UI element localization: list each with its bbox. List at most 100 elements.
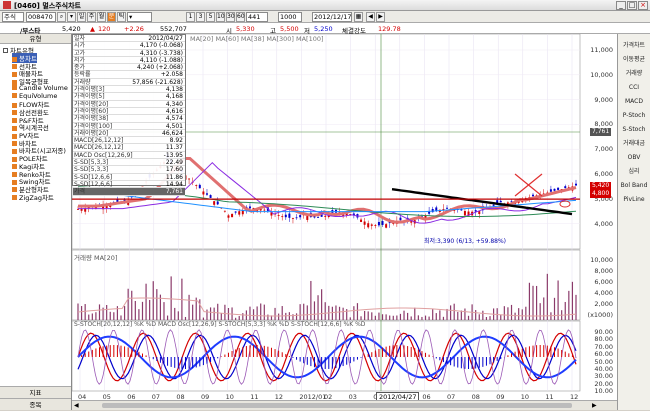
- candle-body: [198, 184, 201, 189]
- indicator-button[interactable]: OBV: [620, 154, 648, 161]
- info-key: 종가: [74, 64, 86, 72]
- indicator-button[interactable]: 심리: [620, 168, 648, 175]
- info-key: S-SD[5,3,3]: [74, 166, 109, 174]
- info-row: MACD[26,12,12] 11.37: [73, 144, 185, 152]
- chart-type-icon: [12, 93, 17, 98]
- maximize-button[interactable]: □: [627, 1, 637, 10]
- chart-area[interactable]: MA[20] MA[60] MA[38] MA[300] MA[100] 일자 2…: [72, 34, 617, 410]
- calendar-icon[interactable]: ▦: [354, 12, 363, 22]
- code-input[interactable]: 008470: [26, 12, 56, 22]
- indicator-button[interactable]: P-Stoch: [620, 112, 648, 119]
- info-row: S-SD[12,6,6] 11.86: [73, 174, 185, 181]
- crosshair-price: 7,761: [590, 128, 612, 136]
- chart-type-icon: [12, 85, 17, 91]
- search-icon[interactable]: ⌕: [57, 12, 66, 22]
- candle-body: [374, 225, 377, 226]
- info-key: 가격이평[100]: [74, 122, 113, 130]
- period-button-30[interactable]: 30: [226, 12, 235, 22]
- candle-body: [291, 218, 294, 219]
- tool-button[interactable]: ▾: [67, 12, 76, 22]
- close-button[interactable]: ×: [638, 1, 648, 10]
- volume-value: 552,707: [160, 25, 187, 33]
- app-icon: [3, 1, 11, 9]
- period-button-5[interactable]: 5: [206, 12, 215, 22]
- info-row: 고가 4,310 (-3.738): [73, 50, 185, 57]
- info-value: 4,170 (-0.068): [139, 42, 183, 50]
- count-input[interactable]: 441: [246, 12, 268, 22]
- indicator-panel: 가격차트이동평균거래량 CCI MACD P-Stoch S-Stoch 거래대금 OBV 심…: [617, 34, 650, 410]
- candle-body: [213, 201, 216, 205]
- indicator-button[interactable]: 이동평균: [620, 56, 648, 63]
- candle-body: [295, 217, 298, 219]
- info-value: 14.94: [165, 180, 183, 188]
- candle-body: [284, 214, 287, 218]
- candle-body: [317, 217, 320, 218]
- market-select[interactable]: 주식: [2, 12, 24, 22]
- candle-body: [363, 221, 366, 225]
- candle-body: [263, 209, 266, 211]
- panel-header: 유형: [0, 34, 71, 44]
- period-button-10[interactable]: 10: [216, 12, 225, 22]
- info-value: 46,624: [162, 129, 183, 137]
- candle-body: [381, 221, 384, 225]
- info-value: 4,240 (+2.068): [137, 64, 183, 72]
- candle-body: [209, 195, 212, 198]
- period-tick-button[interactable]: 틱: [117, 12, 126, 22]
- indicator-button[interactable]: S-Stoch: [620, 126, 648, 133]
- period-day-button[interactable]: 일: [77, 12, 86, 22]
- info-key: S-SD[12,6,6]: [74, 173, 113, 181]
- zoom-input[interactable]: 1000: [278, 12, 302, 22]
- tree-item[interactable]: ZigZag차트: [12, 192, 54, 202]
- candle-body: [435, 207, 438, 211]
- info-value: 11.37: [165, 144, 183, 152]
- period-button-1[interactable]: 1: [186, 12, 195, 22]
- scroll-left-icon[interactable]: ◀: [74, 402, 79, 409]
- period-month-button[interactable]: 월: [97, 12, 106, 22]
- info-key: 가격이평[60]: [74, 107, 109, 115]
- info-value: 4,168: [165, 93, 183, 101]
- info-key: S-SD[5,3,3]: [74, 159, 109, 167]
- indicator-button[interactable]: CCI: [620, 84, 648, 91]
- indicator-button[interactable]: MACD: [620, 98, 648, 105]
- candle-body: [370, 224, 373, 226]
- minimize-button[interactable]: _: [616, 1, 626, 10]
- scroll-thumb[interactable]: [102, 403, 572, 408]
- candle-body: [238, 211, 241, 215]
- candle-body: [288, 213, 291, 218]
- period-button-3[interactable]: 3: [196, 12, 205, 22]
- next-icon[interactable]: ▶: [376, 12, 385, 22]
- period-week-button[interactable]: 주: [87, 12, 96, 22]
- info-key: 가격이평[38]: [74, 115, 109, 123]
- period-value-input[interactable]: ▾: [127, 12, 152, 22]
- axis-tick-label: 6,000: [594, 278, 613, 286]
- info-value: 2012/04/27: [148, 35, 183, 42]
- info-row: S-SD[5,3,3] 17.60: [73, 166, 185, 174]
- info-value: 4,310 (-3.738): [139, 49, 183, 57]
- indicator-button[interactable]: 거래량: [620, 70, 648, 77]
- period-min-button[interactable]: 분: [107, 12, 116, 22]
- tab-stocks[interactable]: 종목: [0, 398, 71, 410]
- indicator-button[interactable]: 거래대금: [620, 140, 648, 147]
- current-price-low: 4,800: [590, 190, 612, 198]
- candle-body: [227, 215, 230, 218]
- info-value: 22.49: [165, 159, 183, 167]
- candle-body: [553, 188, 556, 191]
- candle-body: [532, 194, 535, 197]
- candle-body: [216, 201, 219, 205]
- indicator-button[interactable]: PivLine: [620, 196, 648, 203]
- indicator-button[interactable]: 가격차트: [620, 42, 648, 49]
- tab-indicators[interactable]: 지표: [0, 386, 71, 398]
- indicator-button[interactable]: Bol Band: [620, 182, 648, 189]
- candle-body: [385, 224, 388, 228]
- window-title: [0460] 멀스주식차트: [14, 2, 81, 10]
- scrollbar[interactable]: ◀ ▶: [72, 400, 617, 410]
- date-input[interactable]: 2012/12/17: [312, 12, 352, 22]
- info-row: 가격 7,761: [73, 188, 185, 196]
- info-row: S-SD[12,6,6] 14.94: [73, 180, 185, 189]
- period-button-60[interactable]: 60: [236, 12, 245, 22]
- candle-body: [77, 209, 79, 210]
- prev-icon[interactable]: ◀: [366, 12, 375, 22]
- info-key: 일자: [74, 35, 86, 42]
- scroll-right-icon[interactable]: ▶: [592, 402, 597, 409]
- candle-body: [188, 178, 191, 180]
